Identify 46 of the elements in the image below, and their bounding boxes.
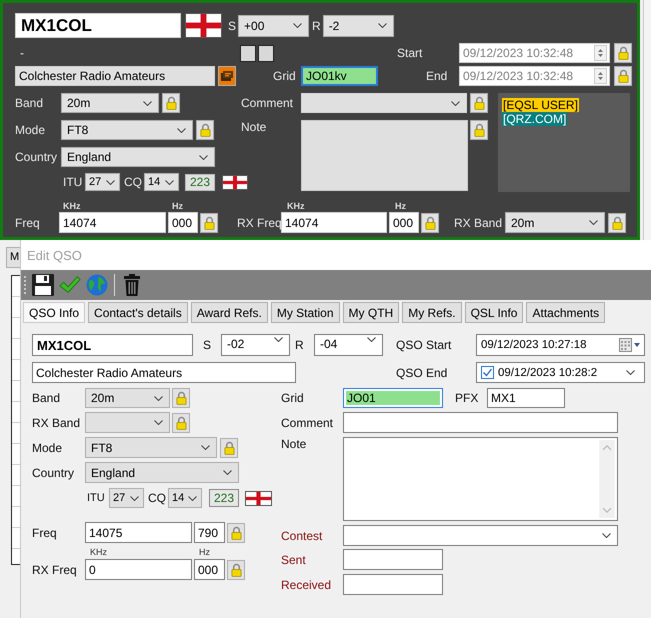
field-label: Mode: [15, 123, 46, 137]
field-label: Band: [15, 96, 44, 110]
field-label: Grid: [281, 391, 305, 405]
field-label: RX Freq: [237, 216, 281, 230]
field-label: QSO End: [396, 366, 448, 380]
field-label: End: [426, 69, 448, 83]
tag-label: [EQSL USER]: [502, 98, 579, 112]
field-label: -: [20, 46, 25, 60]
field-label: CQ: [148, 491, 167, 505]
field-label: Received: [281, 578, 332, 592]
field-label: S: [203, 338, 212, 352]
field-label: R: [295, 338, 305, 352]
field-label: Country: [15, 150, 58, 164]
field-label: PFX: [455, 391, 480, 405]
field-label: Comment: [241, 96, 294, 110]
field-label: Sent: [281, 552, 307, 566]
field-label: Start: [397, 46, 424, 60]
unit-label: Hz: [395, 201, 406, 212]
unit-label: KHz: [90, 546, 108, 559]
unit-label: Hz: [172, 201, 184, 212]
tag-label: [QRZ.COM]: [502, 112, 568, 126]
field-label: QSO Start: [396, 338, 452, 352]
field-label: Freq: [15, 216, 41, 230]
field-label: Note: [281, 437, 308, 451]
field-label: Comment: [281, 416, 334, 430]
field-label: ITU: [63, 175, 84, 189]
field-label: Country: [32, 466, 76, 480]
field-label: Contest: [281, 528, 324, 542]
field-label: RX Freq: [32, 562, 78, 576]
unit-label: KHz: [287, 201, 306, 212]
field-label: ITU: [87, 492, 106, 504]
field-label: RX Band: [32, 416, 82, 430]
unit-label: Hz: [199, 546, 210, 559]
field-label: Note: [241, 120, 268, 134]
window-title: Edit QSO: [27, 248, 82, 262]
field-label: Mode: [32, 440, 64, 454]
field-label: Grid: [273, 69, 297, 83]
field-label: Band: [32, 391, 62, 405]
field-label: S: [228, 18, 236, 32]
field-label: R: [312, 18, 321, 32]
zone-value: 223: [185, 174, 215, 190]
field-label: CQ: [124, 175, 143, 189]
field-label: Freq: [32, 526, 58, 540]
field-label: RX Band: [454, 216, 504, 230]
unit-label: KHz: [63, 201, 82, 212]
zone-value: 223: [209, 489, 239, 507]
